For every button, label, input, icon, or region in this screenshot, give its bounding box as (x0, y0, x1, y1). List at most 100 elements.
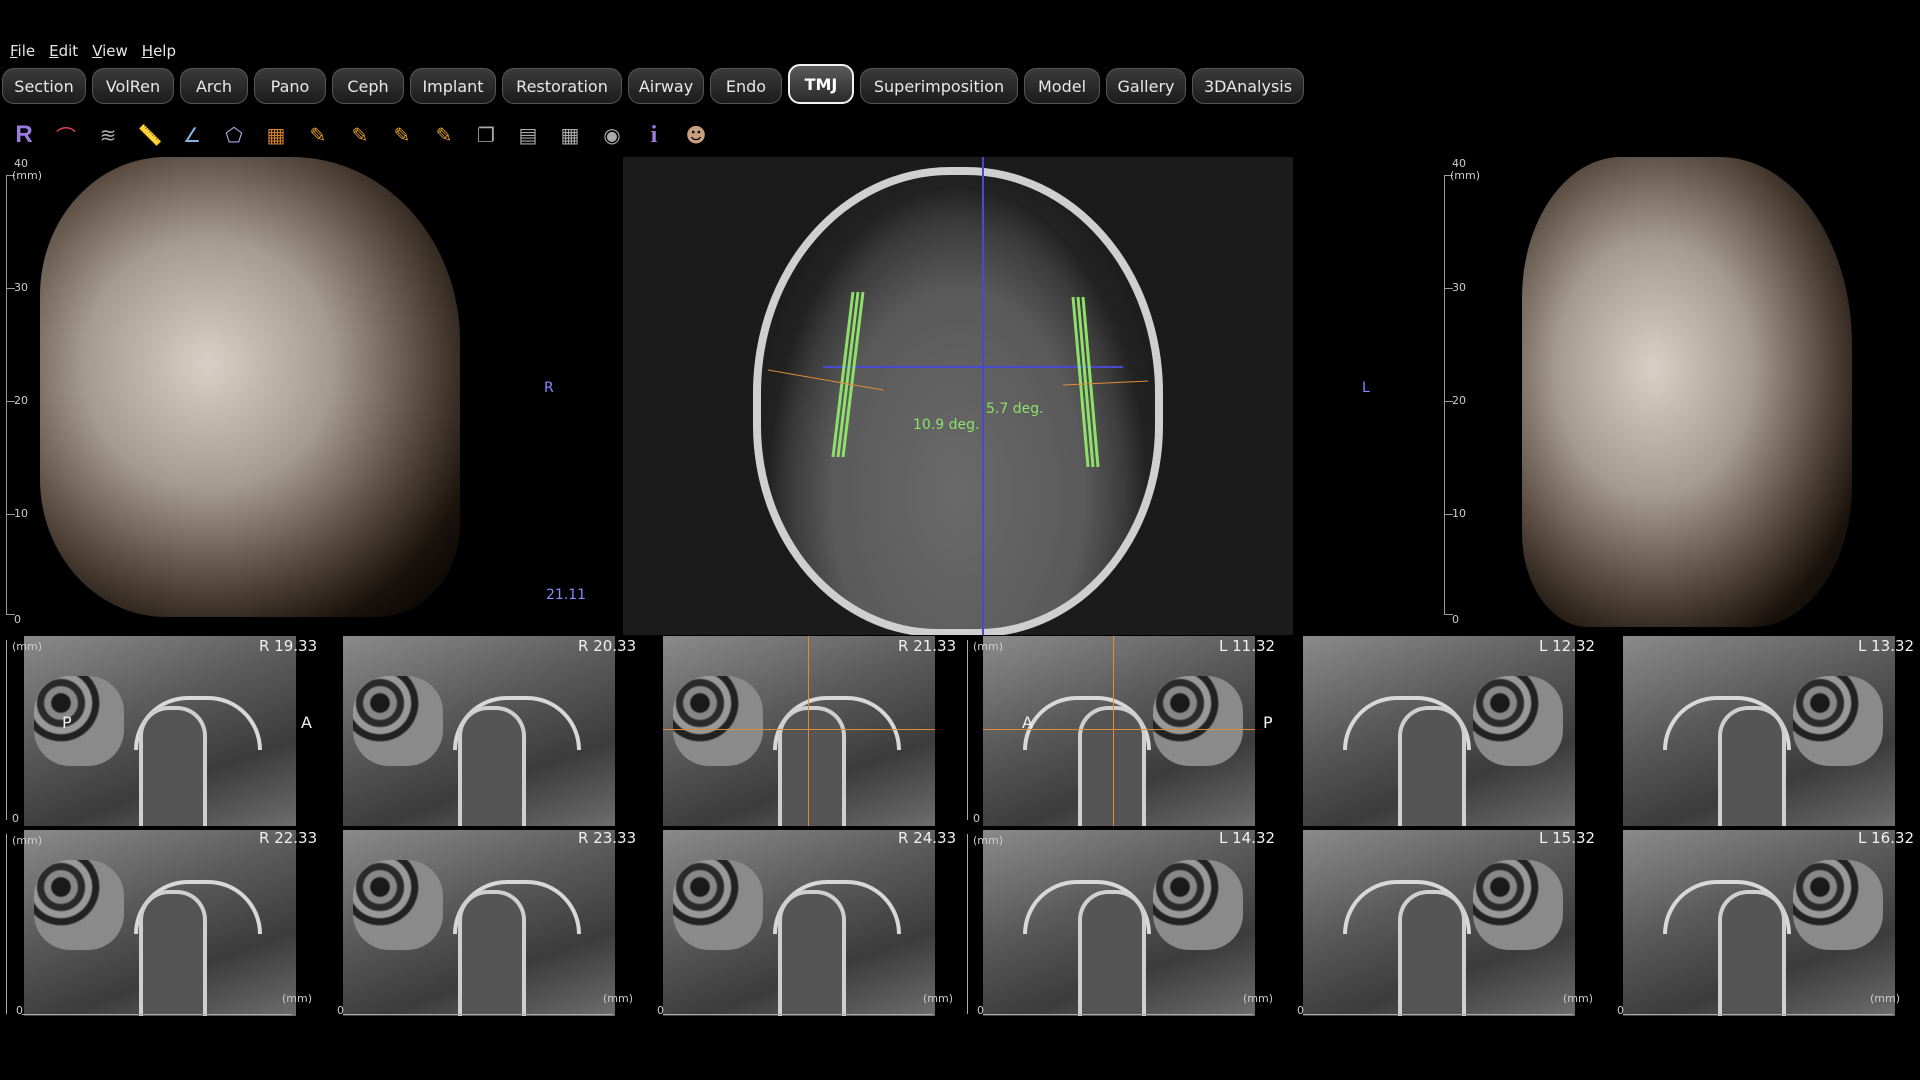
slice-unit-left-row2: (mm) (12, 834, 43, 847)
bottom-zero-2: 0 (337, 1004, 344, 1017)
slice-label-r-23-33: R 23.33 (578, 829, 637, 847)
slice-label-r-20-33: R 20.33 (578, 637, 637, 655)
tab-pano[interactable]: Pano (254, 68, 326, 104)
right-ruler-unit: (mm) (1450, 169, 1481, 182)
left-ruler-tick-30: 30 (14, 281, 28, 294)
slice-label-l-12-32: L 12.32 (1539, 637, 1596, 655)
slice-r-23-33[interactable] (343, 830, 615, 1016)
right-ruler-tick-30: 30 (1452, 281, 1466, 294)
toolbar: R ⌒ ≋ 📏 ∠ ⬠ ▦ ✎ ✎ ✎ ✎ ❐ ▤ ▦ ◉ i ☻ (8, 118, 712, 152)
left-slice-lines (831, 291, 865, 458)
menu-edit[interactable]: Edit (45, 40, 82, 64)
angle-measure-icon[interactable]: ∠ (176, 120, 208, 150)
slice-label-r-21-33: R 21.33 (898, 637, 957, 655)
axial-view[interactable]: 10.9 deg. 5.7 deg. (623, 157, 1293, 635)
slice-r-21-33[interactable] (663, 636, 935, 826)
side-label-l: L (1362, 380, 1370, 396)
tab-gallery[interactable]: Gallery (1106, 68, 1186, 104)
tab-arch[interactable]: Arch (180, 68, 248, 104)
right-slice-lines (1071, 296, 1100, 468)
right-angle-label: 5.7 deg. (986, 401, 1044, 417)
bottom-zero-5: 0 (1297, 1004, 1304, 1017)
slice-zero-mid-row1: 0 (973, 812, 980, 825)
slice-unit-mid-row2: (mm) (973, 834, 1004, 847)
tab-tmj[interactable]: TMJ (788, 64, 854, 104)
tab-restoration[interactable]: Restoration (502, 68, 622, 104)
left-angle-label: 10.9 deg. (913, 417, 980, 433)
reset-icon[interactable]: R (8, 120, 40, 150)
menu-view[interactable]: View (88, 40, 132, 64)
slice-l-15-32[interactable] (1303, 830, 1575, 1016)
slice-label-l-13-32: L 13.32 (1858, 637, 1915, 655)
right-3d-render (1522, 157, 1852, 627)
layout-icon[interactable]: ▤ (512, 120, 544, 150)
bottom-unit-6: (mm) (1870, 992, 1901, 1005)
bottom-ruler-4 (983, 1014, 1253, 1016)
slice-l-16-32[interactable] (1623, 830, 1895, 1016)
right-3d-view[interactable]: L 40 (mm) 30 20 10 0 (1296, 157, 1920, 635)
slice-l-14-32[interactable] (983, 830, 1255, 1016)
slice-l-12-32[interactable] (1303, 636, 1575, 826)
left-ruler-tick-10: 10 (14, 507, 28, 520)
slice-label-l-16-32: L 16.32 (1858, 829, 1915, 847)
tab-3danalysis[interactable]: 3DAnalysis (1192, 68, 1304, 104)
slice-ruler-left-row1 (6, 640, 7, 820)
slice-label-l-11-32: L 11.32 (1219, 637, 1276, 655)
bottom-ruler-5 (1303, 1014, 1573, 1016)
bottom-zero-6: 0 (1617, 1004, 1624, 1017)
nerve-icon[interactable]: ≋ (92, 120, 124, 150)
module-tabs: Section VolRen Arch Pano Ceph Implant Re… (2, 64, 1304, 108)
axial-overlay (767, 157, 1149, 635)
slice-ruler-mid-row2 (967, 834, 968, 1014)
left-3d-view[interactable]: 40 (mm) 30 20 10 0 R 21.11 (0, 157, 620, 635)
bottom-unit-2: (mm) (603, 992, 634, 1005)
bottom-ruler-3 (663, 1014, 933, 1016)
area-icon[interactable]: ⬠ (218, 120, 250, 150)
orient-posterior-left: P (62, 713, 72, 732)
copy-icon[interactable]: ❐ (470, 120, 502, 150)
eye-icon[interactable]: ◉ (596, 120, 628, 150)
slice-unit-mid-row1: (mm) (973, 640, 1004, 653)
right-vertical-ruler (1444, 175, 1453, 615)
pencil-circle-icon[interactable]: ✎ (344, 120, 376, 150)
bottom-ruler-2 (343, 1014, 613, 1016)
slice-ruler-mid-row1 (967, 640, 968, 820)
tab-endo[interactable]: Endo (710, 68, 782, 104)
tab-superimposition[interactable]: Superimposition (860, 68, 1018, 104)
slice-label-r-19-33: R 19.33 (259, 637, 318, 655)
left-3d-render (40, 157, 460, 617)
grid-icon[interactable]: ▦ (554, 120, 586, 150)
tab-model[interactable]: Model (1024, 68, 1100, 104)
capture-icon[interactable]: ☻ (680, 120, 712, 150)
pencil-hu-icon[interactable]: ✎ (428, 120, 460, 150)
bottom-unit-4: (mm) (1243, 992, 1274, 1005)
slice-r-22-33[interactable] (24, 830, 296, 1016)
right-ruler-tick-10: 10 (1452, 507, 1466, 520)
slice-label-r-24-33: R 24.33 (898, 829, 957, 847)
slice-zero-left-row1: 0 (12, 812, 19, 825)
orient-posterior-right: P (1263, 713, 1273, 732)
tab-ceph[interactable]: Ceph (332, 68, 404, 104)
pencil-line-icon[interactable]: ✎ (302, 120, 334, 150)
tab-section[interactable]: Section (2, 68, 86, 104)
menu-help[interactable]: Help (138, 40, 180, 64)
slice-ruler-left-row2 (6, 834, 7, 1014)
pencil-text-icon[interactable]: ✎ (386, 120, 418, 150)
ruler-icon[interactable]: 📏 (134, 120, 166, 150)
orient-anterior-left: A (301, 713, 312, 732)
menu-file[interactable]: File (6, 40, 39, 64)
bottom-ruler-1 (22, 1014, 292, 1016)
slice-r-20-33[interactable] (343, 636, 615, 826)
slice-unit-left-row1: (mm) (12, 640, 43, 653)
slice-l-13-32[interactable] (1623, 636, 1895, 826)
tab-implant[interactable]: Implant (410, 68, 496, 104)
tab-airway[interactable]: Airway (628, 68, 704, 104)
palette-icon[interactable]: ▦ (260, 120, 292, 150)
bottom-zero-1: 0 (16, 1004, 23, 1017)
arch-icon[interactable]: ⌒ (50, 120, 82, 150)
info-icon[interactable]: i (638, 120, 670, 150)
slice-r-24-33[interactable] (663, 830, 935, 1016)
left-3d-value: 21.11 (546, 587, 587, 603)
tab-volren[interactable]: VolRen (92, 68, 174, 104)
left-ruler-tick-20: 20 (14, 394, 28, 407)
